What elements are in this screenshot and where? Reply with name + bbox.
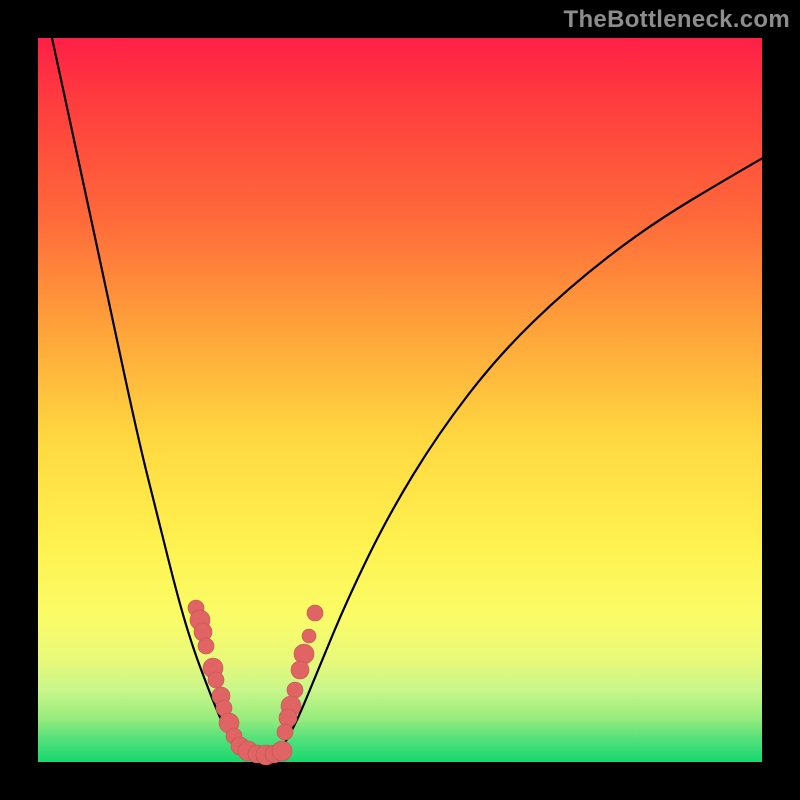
- data-dot-right: [287, 682, 303, 698]
- data-dot-bottom: [272, 741, 292, 761]
- data-dot-right: [307, 605, 323, 621]
- data-dots: [188, 600, 323, 765]
- data-dot-right: [291, 661, 309, 679]
- data-dot-left: [208, 672, 224, 688]
- curve-group: [52, 38, 798, 753]
- data-dot-right: [294, 644, 314, 664]
- plot-area: [38, 38, 762, 762]
- data-dot-right: [277, 724, 293, 740]
- bottleneck-curve: [52, 38, 798, 753]
- chart-frame: TheBottleneck.com: [0, 0, 800, 800]
- chart-svg: [38, 38, 762, 762]
- data-dot-left: [198, 638, 214, 654]
- watermark-text: TheBottleneck.com: [564, 6, 790, 34]
- data-dot-right: [302, 629, 316, 643]
